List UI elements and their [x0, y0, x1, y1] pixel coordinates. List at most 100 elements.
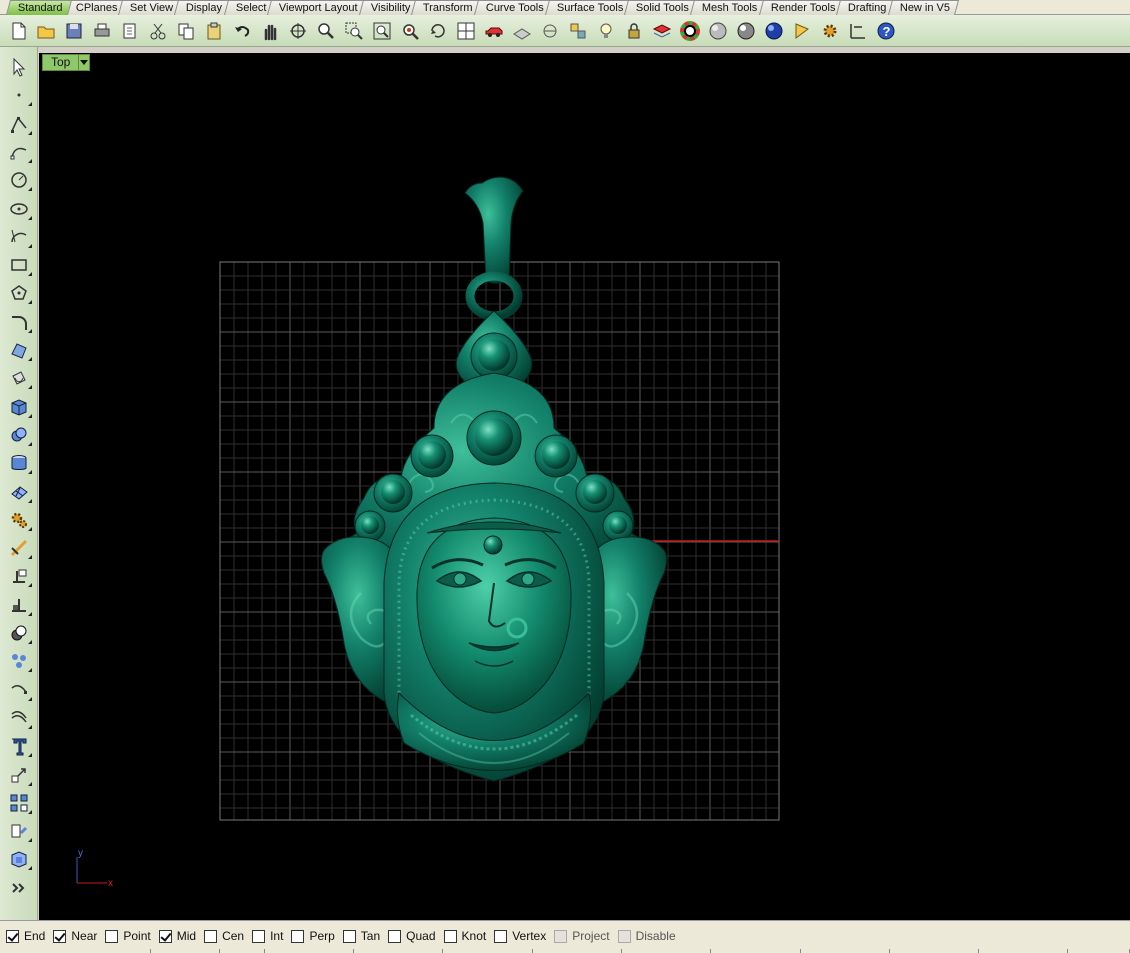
cut-button[interactable]	[146, 19, 170, 43]
arc-button[interactable]	[6, 225, 32, 249]
tab-transform[interactable]: Transform	[411, 0, 483, 15]
zoom-dynamic-button[interactable]	[314, 19, 338, 43]
fillet-curve-button[interactable]	[6, 310, 32, 334]
gear-explode-button[interactable]	[6, 508, 32, 532]
trim-button[interactable]	[6, 536, 32, 560]
tab-new-in-v5[interactable]: New in V5	[887, 0, 960, 15]
render-button[interactable]	[790, 19, 814, 43]
save-button[interactable]	[62, 19, 86, 43]
zoom-selected-button[interactable]	[398, 19, 422, 43]
dimension-button[interactable]	[846, 19, 870, 43]
tab-display[interactable]: Display	[174, 0, 232, 15]
pendant-model[interactable]	[321, 176, 667, 782]
polygon-button[interactable]	[6, 281, 32, 305]
gear-tools-button[interactable]	[818, 19, 842, 43]
array-button[interactable]	[6, 791, 32, 815]
text-button[interactable]	[6, 734, 32, 758]
box-solid-button[interactable]	[6, 395, 32, 419]
viewport-title-tab[interactable]: Top	[42, 54, 91, 71]
grid-snap-button[interactable]	[538, 19, 562, 43]
osnap-checkbox[interactable]	[204, 929, 218, 943]
osnap-checkbox[interactable]	[388, 929, 402, 943]
cylinder-button[interactable]	[6, 451, 32, 475]
properties-button[interactable]	[566, 19, 590, 43]
osnap-mid[interactable]: Mid	[158, 929, 196, 943]
osnap-tan[interactable]: Tan	[342, 929, 380, 943]
zoom-extents-button[interactable]	[370, 19, 394, 43]
block-button[interactable]	[6, 847, 32, 871]
light-bulb-button[interactable]	[594, 19, 618, 43]
osnap-checkbox[interactable]	[6, 929, 19, 943]
split-button[interactable]	[6, 564, 32, 588]
osnap-checkbox[interactable]	[494, 929, 508, 943]
more-chevron-button[interactable]	[6, 876, 32, 900]
pan-hand-button[interactable]	[258, 19, 282, 43]
polyline-button[interactable]	[6, 112, 32, 136]
points-cluster-button[interactable]	[6, 649, 32, 673]
osnap-checkbox[interactable]	[105, 929, 119, 943]
color-wheel-button[interactable]	[678, 19, 702, 43]
extrude-button[interactable]	[6, 366, 32, 390]
tab-mesh-tools[interactable]: Mesh Tools	[690, 0, 767, 15]
copy-button[interactable]	[174, 19, 198, 43]
mesh-plane-button[interactable]	[6, 480, 32, 504]
osnap-checkbox[interactable]	[342, 929, 356, 943]
new-file-button[interactable]	[6, 19, 30, 43]
rotate-view-button[interactable]	[286, 19, 310, 43]
layer-button[interactable]	[650, 19, 674, 43]
offset-curve-button[interactable]	[6, 706, 32, 730]
car-button[interactable]	[482, 19, 506, 43]
print-button[interactable]	[90, 19, 114, 43]
top-viewport[interactable]: y x Top	[39, 53, 1130, 920]
boolean-union-button[interactable]	[6, 423, 32, 447]
osnap-vertex[interactable]: Vertex	[494, 929, 546, 943]
surface-corner-button[interactable]	[6, 338, 32, 362]
osnap-int[interactable]: Int	[252, 929, 283, 943]
curve-control-button[interactable]	[6, 140, 32, 164]
tab-standard[interactable]: Standard	[6, 0, 72, 15]
shaded-sphere-button[interactable]	[706, 19, 730, 43]
osnap-cen[interactable]: Cen	[204, 929, 244, 943]
tab-curve-tools[interactable]: Curve Tools	[474, 0, 553, 15]
viewport-menu-chevron-icon[interactable]	[78, 55, 89, 70]
rotate-camera-button[interactable]	[426, 19, 450, 43]
osnap-end[interactable]: End	[6, 929, 45, 943]
osnap-checkbox[interactable]	[53, 929, 67, 943]
blue-sphere-button[interactable]	[762, 19, 786, 43]
tab-surface-tools[interactable]: Surface Tools	[544, 0, 633, 15]
osnap-checkbox[interactable]	[291, 929, 305, 943]
osnap-checkbox[interactable]	[158, 929, 172, 943]
curve-edit-button[interactable]	[6, 678, 32, 702]
tab-viewport-layout[interactable]: Viewport Layout	[267, 0, 367, 15]
ellipse-button[interactable]	[6, 197, 32, 221]
point-button[interactable]	[6, 83, 32, 107]
osnap-knot[interactable]: Knot	[443, 929, 486, 943]
tab-cplanes[interactable]: CPlanes	[63, 0, 127, 15]
scale-button[interactable]	[6, 763, 32, 787]
tab-render-tools[interactable]: Render Tools	[758, 0, 845, 15]
osnap-quad[interactable]: Quad	[388, 929, 436, 943]
osnap-checkbox[interactable]	[252, 929, 266, 943]
import-button[interactable]	[118, 19, 142, 43]
undo-button[interactable]	[230, 19, 254, 43]
join-button[interactable]	[6, 593, 32, 617]
osnap-point[interactable]: Point	[105, 929, 151, 943]
osnap-checkbox[interactable]	[443, 929, 457, 943]
paste-button[interactable]	[202, 19, 226, 43]
tab-visibility[interactable]: Visibility	[358, 0, 420, 15]
boolean-button[interactable]	[6, 621, 32, 645]
tab-drafting[interactable]: Drafting	[836, 0, 897, 15]
four-viewports-button[interactable]	[454, 19, 478, 43]
osnap-perp[interactable]: Perp	[291, 929, 335, 943]
construction-plane-button[interactable]	[510, 19, 534, 43]
osnap-near[interactable]: Near	[53, 929, 97, 943]
group-button[interactable]	[6, 819, 32, 843]
viewport-canvas[interactable]: y x	[39, 53, 1130, 920]
viewport-name[interactable]: Top	[43, 55, 78, 70]
tab-set-view[interactable]: Set View	[118, 0, 183, 15]
tab-solid-tools[interactable]: Solid Tools	[624, 0, 699, 15]
zoom-window-button[interactable]	[342, 19, 366, 43]
select-arrow-button[interactable]	[6, 55, 32, 79]
circle-button[interactable]	[6, 168, 32, 192]
open-folder-button[interactable]	[34, 19, 58, 43]
